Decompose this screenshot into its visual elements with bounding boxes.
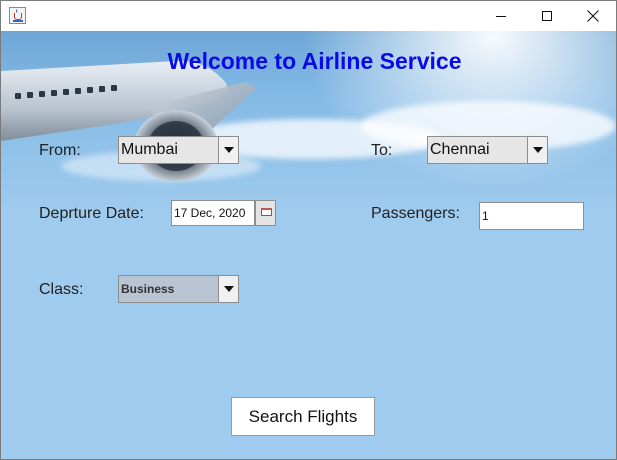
to-label: To:	[371, 142, 393, 159]
calendar-button[interactable]	[255, 200, 276, 226]
calendar-icon	[261, 208, 272, 216]
maximize-icon	[542, 11, 552, 21]
from-value: Mumbai	[121, 141, 178, 158]
passengers-label: Passengers:	[371, 205, 460, 222]
passengers-input[interactable]	[480, 203, 583, 229]
close-button[interactable]	[570, 1, 616, 31]
chevron-down-icon[interactable]	[527, 137, 547, 163]
departure-date-label: Deprture Date:	[39, 205, 144, 222]
minimize-button[interactable]	[478, 1, 524, 31]
class-label: Class:	[39, 281, 84, 298]
minimize-icon	[496, 16, 506, 17]
java-cup-icon[interactable]	[9, 7, 26, 24]
class-value: Business	[121, 282, 175, 296]
to-value: Chennai	[430, 141, 490, 158]
to-dropdown[interactable]: Chennai	[427, 136, 548, 164]
title-bar	[1, 1, 616, 31]
search-flights-button[interactable]: Search Flights	[231, 397, 375, 436]
from-label: From:	[39, 142, 81, 159]
maximize-button[interactable]	[524, 1, 570, 31]
chevron-down-icon[interactable]	[218, 276, 238, 302]
page-title: Welcome to Airline Service	[167, 48, 462, 74]
class-dropdown[interactable]: Business	[118, 275, 239, 303]
content-panel: Welcome to Airline Service From: Mumbai …	[1, 31, 616, 459]
close-icon	[587, 10, 599, 22]
passengers-field[interactable]	[479, 202, 584, 230]
from-dropdown[interactable]: Mumbai	[118, 136, 239, 164]
app-window: Welcome to Airline Service From: Mumbai …	[0, 0, 617, 460]
departure-date-field[interactable]	[171, 200, 255, 226]
chevron-down-icon[interactable]	[218, 137, 238, 163]
departure-date-input[interactable]	[172, 201, 254, 225]
